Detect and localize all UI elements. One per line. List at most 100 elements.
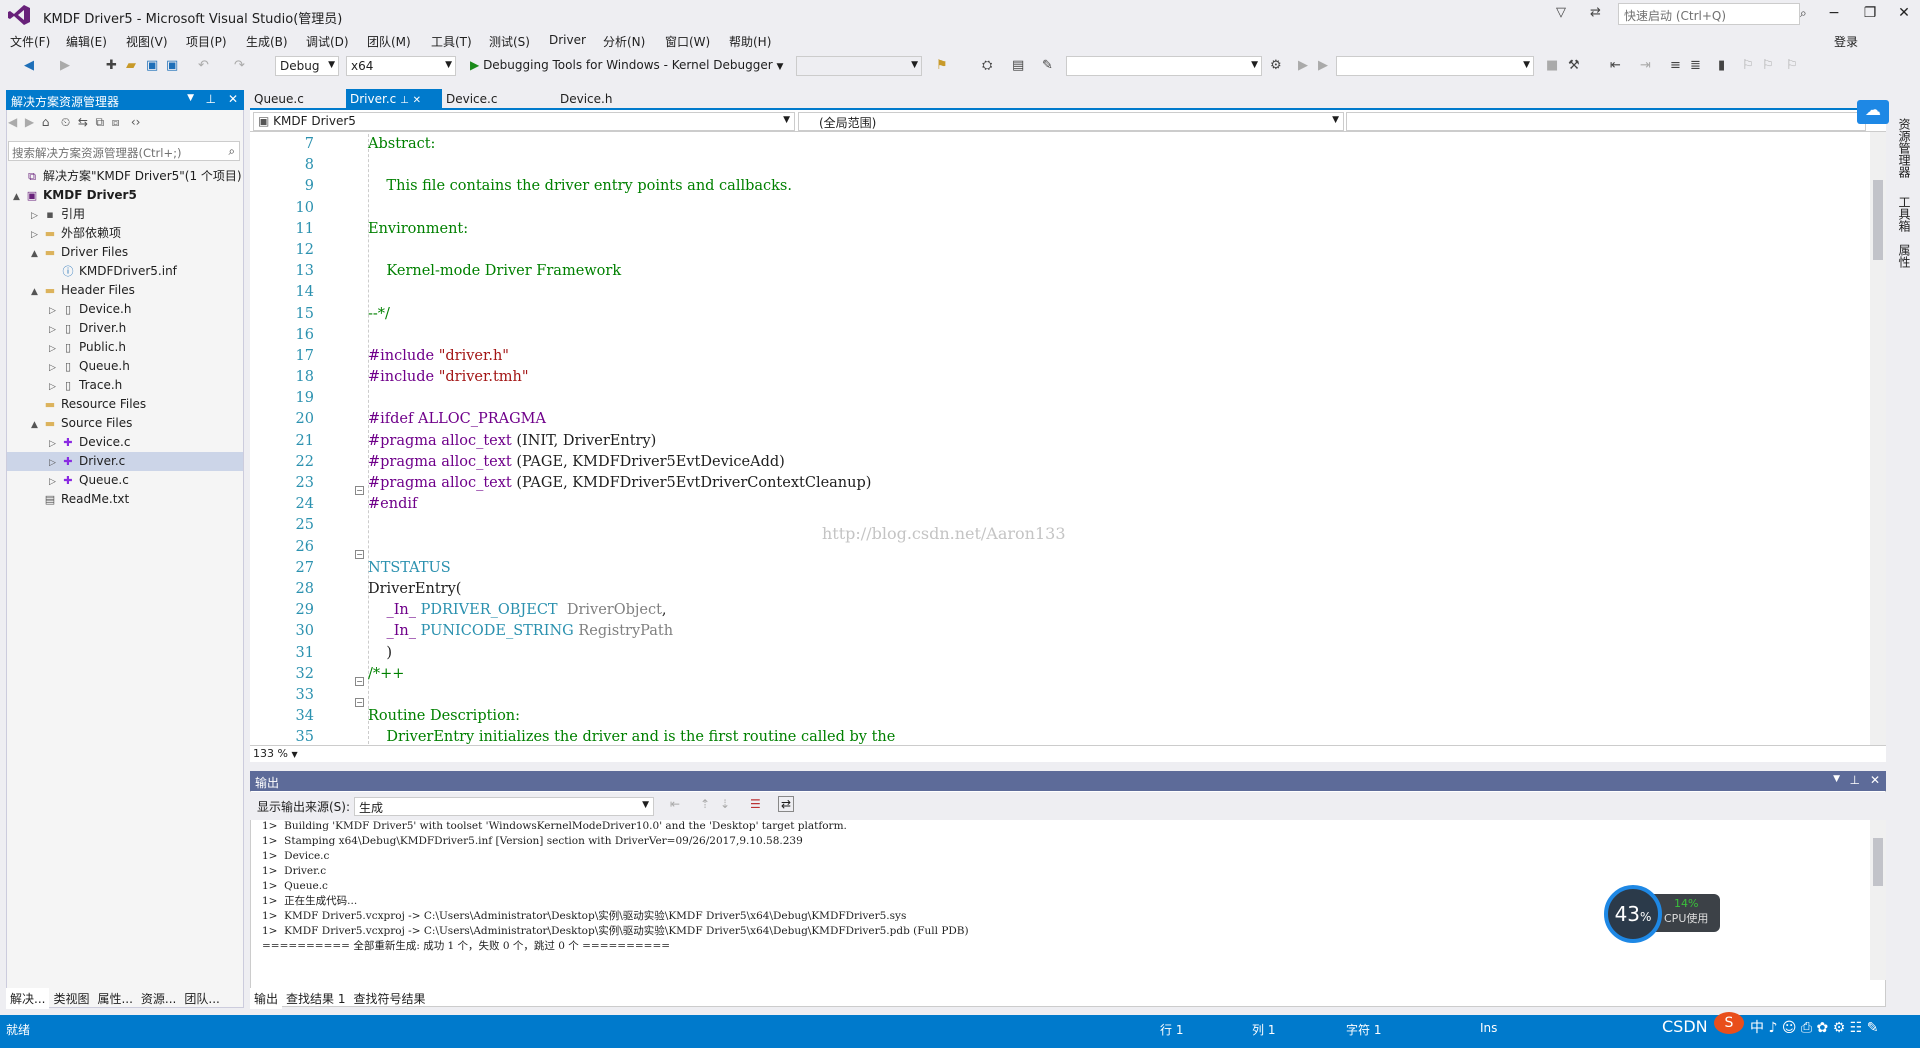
clear-all-icon[interactable]: ☰: [750, 797, 761, 811]
member-nav-select[interactable]: [1346, 112, 1866, 131]
clear-bookmarks-icon[interactable]: ⚐: [1786, 58, 1798, 73]
expanded-icon[interactable]: ▲: [31, 416, 43, 435]
tab-team[interactable]: 团队...: [180, 988, 223, 1009]
close-icon[interactable]: ✕: [413, 95, 421, 106]
tree-item[interactable]: ▲ ▬ Source Files: [7, 414, 243, 433]
show-all-files-icon[interactable]: ⧈: [112, 115, 120, 129]
project-nav-select[interactable]: ▣ KMDF Driver5 ▼: [253, 112, 795, 131]
output-source-select[interactable]: 生成 ▼: [354, 797, 654, 816]
menu-analyze[interactable]: 分析(N): [603, 33, 645, 50]
rail-solution-explorer[interactable]: 资源管理器: [1896, 118, 1913, 178]
home-icon[interactable]: ⌂: [42, 115, 50, 129]
tab-device-h[interactable]: Device.h: [540, 89, 638, 109]
tab-device-c[interactable]: Device.c: [442, 89, 540, 109]
minimize-button[interactable]: −: [1822, 5, 1846, 21]
tab-properties[interactable]: 属性...: [93, 988, 136, 1009]
tree-item[interactable]: ▷ ✚ Queue.c: [7, 471, 243, 490]
find-message-icon[interactable]: ⇤: [670, 797, 680, 811]
breakpoint-icon[interactable]: ⚒: [1568, 58, 1580, 73]
tree-item[interactable]: ▷ ▯ Driver.h: [7, 319, 243, 338]
tree-item[interactable]: ▲ ▣ KMDF Driver5: [7, 186, 243, 205]
menu-view[interactable]: 视图(V): [126, 33, 168, 50]
menu-project[interactable]: 项目(P): [186, 33, 227, 50]
comment-icon[interactable]: ▤: [1012, 58, 1024, 73]
quick-launch-input[interactable]: 快速启动 (Ctrl+Q): [1618, 3, 1800, 25]
step-over-icon[interactable]: ▶: [1318, 58, 1328, 73]
scope-nav-select[interactable]: (全局范围) ▼: [798, 112, 1344, 131]
search-target-select[interactable]: ▼: [1336, 56, 1534, 76]
tree-item[interactable]: ▲ ▬ Header Files: [7, 281, 243, 300]
tab-driver-c[interactable]: Driver.c ⊥ ✕: [346, 89, 442, 109]
sogou-input-icon[interactable]: S: [1714, 1012, 1744, 1034]
tree-item[interactable]: ⓘ KMDFDriver5.inf: [7, 262, 243, 281]
stop-icon[interactable]: ■: [1546, 58, 1558, 73]
save-icon[interactable]: ▣: [146, 58, 158, 73]
uncomment-lines-icon[interactable]: ≣: [1690, 58, 1701, 73]
tab-find-results[interactable]: 查找结果 1: [282, 988, 349, 1009]
comment-lines-icon[interactable]: ≡: [1670, 58, 1681, 73]
new-project-icon[interactable]: ✚: [106, 58, 117, 73]
pin-icon[interactable]: ⊥: [206, 92, 216, 106]
forward-icon[interactable]: ▶: [60, 58, 70, 73]
menu-help[interactable]: 帮助(H): [729, 33, 771, 50]
scrollbar-thumb[interactable]: [1873, 180, 1883, 260]
find-icon[interactable]: ⚑: [936, 58, 948, 73]
collapse-icon[interactable]: −: [355, 698, 364, 707]
continue-icon[interactable]: ▶: [1298, 58, 1308, 73]
tab-class-view[interactable]: 类视图: [49, 988, 93, 1009]
menu-test[interactable]: 测试(S): [489, 33, 530, 50]
redo-icon[interactable]: ↷: [234, 58, 245, 73]
code-view-icon[interactable]: ‹›: [131, 115, 141, 129]
menu-window[interactable]: 窗口(W): [665, 33, 710, 50]
menu-edit[interactable]: 编辑(E): [66, 33, 107, 50]
attach-icon[interactable]: ✎: [1042, 58, 1053, 73]
bookmark-toggle-icon[interactable]: ▮: [1718, 58, 1725, 73]
input-method-tray-icons[interactable]: 中 ♪ ☺ ⎙ ✿ ⚙ ☷ ✎: [1750, 1017, 1878, 1037]
tree-item[interactable]: ▷ ▪ 引用: [7, 205, 243, 224]
rail-toolbox[interactable]: 工具箱: [1896, 196, 1913, 232]
cloud-sync-icon[interactable]: ☁: [1857, 100, 1889, 124]
close-button[interactable]: ✕: [1892, 5, 1916, 21]
tree-item[interactable]: ▷ ▯ Public.h: [7, 338, 243, 357]
chevron-down-icon[interactable]: ▼: [187, 93, 194, 103]
expanded-icon[interactable]: ▲: [13, 188, 25, 207]
debug-step-icon[interactable]: ⚙: [1270, 58, 1282, 73]
solution-search-input[interactable]: 搜索解决方案资源管理器(Ctrl+;) ⌕: [8, 141, 240, 161]
tree-item[interactable]: ▷ ▬ 外部依赖项: [7, 224, 243, 243]
menu-build[interactable]: 生成(B): [246, 33, 288, 50]
outdent-icon[interactable]: ⇥: [1640, 58, 1651, 73]
chevron-down-icon[interactable]: ▼: [1833, 774, 1840, 784]
next-bookmark-icon[interactable]: ⚐: [1762, 58, 1774, 73]
tree-item[interactable]: ▲ ▬ Driver Files: [7, 243, 243, 262]
menu-team[interactable]: 团队(M): [367, 33, 411, 50]
back-icon[interactable]: ◀: [8, 115, 17, 129]
tab-resources[interactable]: 资源...: [137, 988, 180, 1009]
collapse-icon[interactable]: −: [355, 550, 364, 559]
menu-driver[interactable]: Driver: [549, 33, 586, 47]
zoom-level[interactable]: 133 % ▼: [250, 745, 1886, 762]
menu-file[interactable]: 文件(F): [10, 33, 50, 50]
pending-changes-icon[interactable]: ⏲: [61, 115, 70, 129]
tree-item[interactable]: ▷ ▯ Device.h: [7, 300, 243, 319]
indent-icon[interactable]: ⇤: [1610, 58, 1621, 73]
tab-queue-c[interactable]: Queue.c: [250, 89, 346, 109]
pin-icon[interactable]: ⊥: [1850, 773, 1860, 787]
forward-icon[interactable]: ▶: [25, 115, 34, 129]
login-link[interactable]: 登录: [1834, 33, 1858, 50]
debug-target-select[interactable]: ▼: [796, 56, 922, 76]
bookmark-icon[interactable]: ⛭: [982, 58, 992, 73]
sync-icon[interactable]: ⇆: [78, 115, 88, 129]
collapse-icon[interactable]: −: [355, 486, 364, 495]
tree-item[interactable]: ▷ ✚ Device.c: [7, 433, 243, 452]
tree-item[interactable]: ▷ ▯ Trace.h: [7, 376, 243, 395]
solution-config-select[interactable]: ▼: [1066, 56, 1262, 76]
rail-properties[interactable]: 属性: [1896, 244, 1913, 268]
open-folder-icon[interactable]: ▰: [126, 58, 136, 73]
tab-solution-explorer[interactable]: 解决...: [6, 988, 50, 1009]
tree-item[interactable]: ▬ Resource Files: [7, 395, 243, 414]
notifications-icon[interactable]: ⇄: [1590, 5, 1601, 20]
scrollbar-thumb[interactable]: [1873, 838, 1883, 886]
menu-debug[interactable]: 调试(D): [306, 33, 349, 50]
close-icon[interactable]: ✕: [228, 92, 238, 106]
back-icon[interactable]: ◀: [24, 58, 34, 73]
